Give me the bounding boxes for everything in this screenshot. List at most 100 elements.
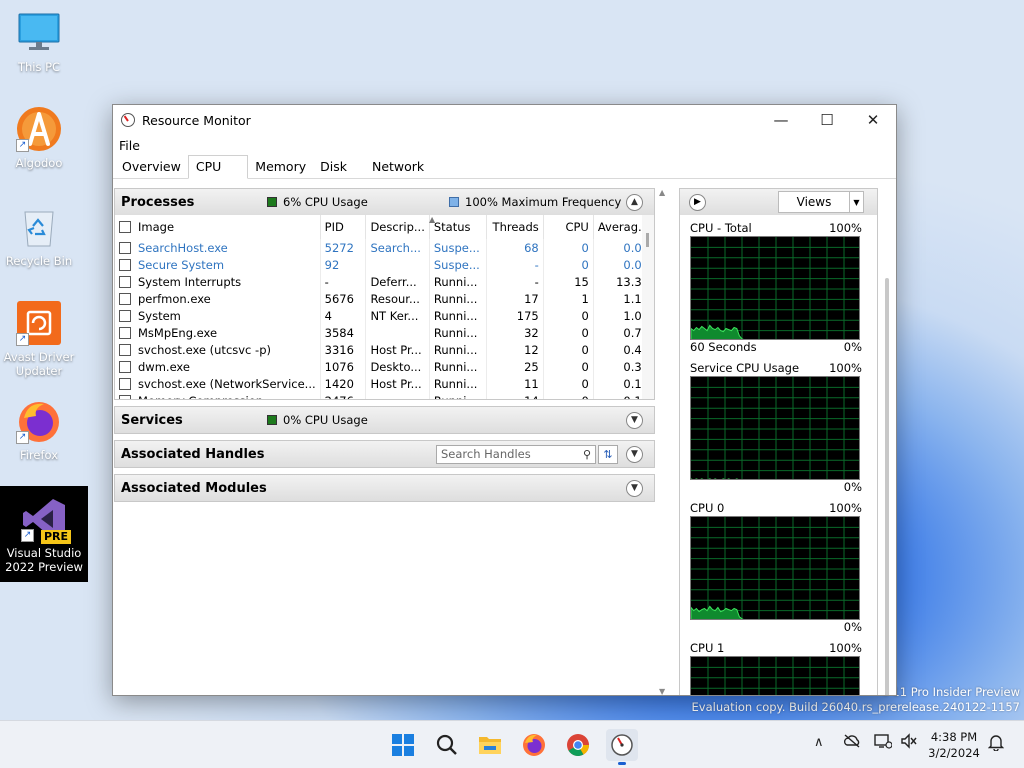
select-all-checkbox[interactable] [119, 221, 131, 233]
network-icon[interactable] [874, 733, 893, 753]
processes-header[interactable]: Processes 6% CPU Usage 100% Maximum Freq… [115, 189, 654, 215]
cell-threads: - [486, 256, 544, 273]
cell-desc [365, 392, 430, 399]
left-pane-scrollbar[interactable]: ▲ ▼ [659, 188, 669, 695]
graph-title: CPU - Total [690, 221, 752, 235]
volume-muted-icon[interactable] [900, 733, 918, 753]
services-header[interactable]: Services 0% CPU Usage ▼ [115, 407, 654, 433]
row-checkbox[interactable] [119, 360, 131, 373]
associated-handles-header[interactable]: Associated Handles Search Handles ⚲ ⇅ ▼ [115, 441, 654, 467]
table-row[interactable]: Secure System 92 Suspe... -0 0.00 [115, 256, 654, 273]
menu-file[interactable]: File [119, 138, 140, 153]
collapse-graphs-icon[interactable]: ▶ [689, 193, 706, 211]
row-checkbox[interactable] [119, 241, 131, 254]
associated-modules-header[interactable]: Associated Modules ▼ [115, 475, 654, 501]
graph-footer: 0% [690, 480, 862, 495]
file-explorer-taskbar-button[interactable] [474, 729, 506, 761]
system-clock[interactable]: 4:38 PM 3/2/2024 [924, 729, 984, 761]
cell-cpu: 0 [543, 392, 594, 399]
process-image-name: System [138, 308, 181, 323]
search-taskbar-button[interactable] [431, 729, 463, 761]
collapse-processes-icon[interactable]: ▲ [626, 193, 643, 211]
processes-scrollbar[interactable] [642, 215, 654, 399]
views-dropdown[interactable]: Views ▼ [778, 191, 864, 213]
onedrive-icon[interactable] [843, 733, 861, 753]
column-threads[interactable]: Threads [486, 215, 544, 239]
show-hidden-icons-chevron-icon[interactable]: ∧ [814, 735, 824, 750]
desktop-icon-algodoo[interactable]: ↗ Algodoo [2, 106, 76, 170]
menu-bar: File [113, 135, 896, 155]
row-checkbox[interactable] [119, 394, 131, 399]
cell-desc [365, 256, 430, 273]
title-bar[interactable]: Resource Monitor — ☐ ✕ [113, 105, 896, 135]
tab-cpu[interactable]: CPU [187, 155, 249, 179]
maximize-button[interactable]: ☐ [804, 105, 850, 135]
cell-image: perfmon.exe [115, 290, 321, 307]
cell-threads: 175 [486, 307, 544, 324]
expand-modules-icon[interactable]: ▼ [626, 479, 643, 497]
cpu-tab-content: Processes 6% CPU Usage 100% Maximum Freq… [113, 180, 896, 695]
desktop-icon-firefox[interactable]: ↗ Firefox [2, 398, 76, 462]
scroll-up-icon[interactable]: ▲ [659, 188, 665, 197]
start-button[interactable] [387, 729, 419, 761]
cell-desc: Search... [365, 239, 430, 256]
desktop-icon-visual-studio-2022-preview[interactable]: PRE ↗ Visual Studio 2022 Preview [0, 486, 88, 582]
row-checkbox[interactable] [119, 326, 131, 339]
table-row[interactable]: MsMpEng.exe 3584 Runni... 32 0 0.78 [115, 324, 654, 341]
table-row[interactable]: System 4 NT Ker... Runni... 175 0 1.01 [115, 307, 654, 324]
row-checkbox[interactable] [119, 275, 131, 288]
search-icon[interactable]: ⚲ [579, 448, 595, 461]
expand-handles-icon[interactable]: ▼ [626, 445, 643, 463]
cell-threads: 17 [486, 290, 544, 307]
table-row[interactable]: SearchHost.exe 5272 Search... Suspe... 68 0 0.… [115, 239, 654, 256]
desktop-icon-this-pc[interactable]: This PC [2, 10, 76, 74]
row-checkbox[interactable] [119, 292, 131, 305]
row-checkbox[interactable] [119, 309, 131, 322]
graph-time-span: 60 Seconds [690, 340, 757, 354]
chevron-down-icon[interactable]: ▼ [849, 192, 863, 212]
graphs-scrollbar[interactable] [885, 278, 889, 695]
scroll-down-icon[interactable]: ▼ [659, 687, 665, 695]
cell-desc [365, 324, 430, 341]
chrome-taskbar-button[interactable] [562, 729, 594, 761]
graph-min-label: 0% [843, 480, 862, 494]
desktop-icon-avast-driver-updater[interactable]: ↗ Avast Driver Updater [2, 300, 76, 378]
graph-canvas [691, 517, 859, 619]
table-row[interactable]: svchost.exe (NetworkService... 1420 Host P… [115, 375, 654, 392]
refresh-search-icon[interactable]: ⇅ [598, 444, 618, 464]
desktop-icon-recycle-bin[interactable]: Recycle Bin [2, 204, 76, 268]
column-description[interactable]: Descrip... [365, 215, 430, 239]
resource-monitor-taskbar-button[interactable] [606, 729, 638, 765]
table-row[interactable]: dwm.exe 1076 Deskto... Runni... 25 0 0.32 [115, 358, 654, 375]
column-status[interactable]: Status [429, 215, 487, 239]
table-row[interactable]: Memory Compression2476Runni...1400.12 [115, 392, 654, 399]
tab-overview[interactable]: Overview [115, 156, 188, 178]
tab-disk[interactable]: Disk [313, 156, 365, 178]
cell-status: Runni... [429, 307, 487, 324]
search-handles-input[interactable]: Search Handles ⚲ [436, 444, 596, 464]
row-checkbox[interactable] [119, 343, 131, 356]
resource-monitor-window: Resource Monitor — ☐ ✕ File Overview CPU… [112, 104, 897, 696]
firefox-taskbar-button[interactable] [518, 729, 550, 761]
processes-table-body: SearchHost.exe 5272 Search... Suspe... 68 0 0.… [115, 239, 654, 399]
usage-area [691, 324, 744, 339]
column-pid[interactable]: PID [320, 215, 367, 239]
cell-cpu: 1 [543, 290, 594, 307]
row-checkbox[interactable] [119, 377, 131, 390]
table-row[interactable]: System Interrupts - Deferr... Runni... -15 13… [115, 273, 654, 290]
cell-status: Runni... [429, 324, 487, 341]
tab-network[interactable]: Network [365, 156, 431, 178]
processes-cpu-usage-label: 6% CPU Usage [283, 195, 368, 209]
close-button[interactable]: ✕ [850, 105, 896, 135]
table-row[interactable]: perfmon.exe 5676 Resour... Runni... 17 1 1.16 [115, 290, 654, 307]
table-row[interactable]: svchost.exe (utcsvc -p) 3316 Host Pr... Run… [115, 341, 654, 358]
row-checkbox[interactable] [119, 258, 131, 271]
tab-memory[interactable]: Memory [248, 156, 313, 178]
column-image[interactable]: Image [115, 215, 321, 239]
column-cpu[interactable]: CPU [543, 215, 594, 239]
minimize-button[interactable]: — [758, 105, 804, 135]
processes-scroll-thumb[interactable] [646, 233, 649, 247]
expand-services-icon[interactable]: ▼ [626, 411, 643, 429]
notification-bell-icon[interactable] [987, 734, 1005, 755]
process-image-name: perfmon.exe [138, 291, 211, 306]
